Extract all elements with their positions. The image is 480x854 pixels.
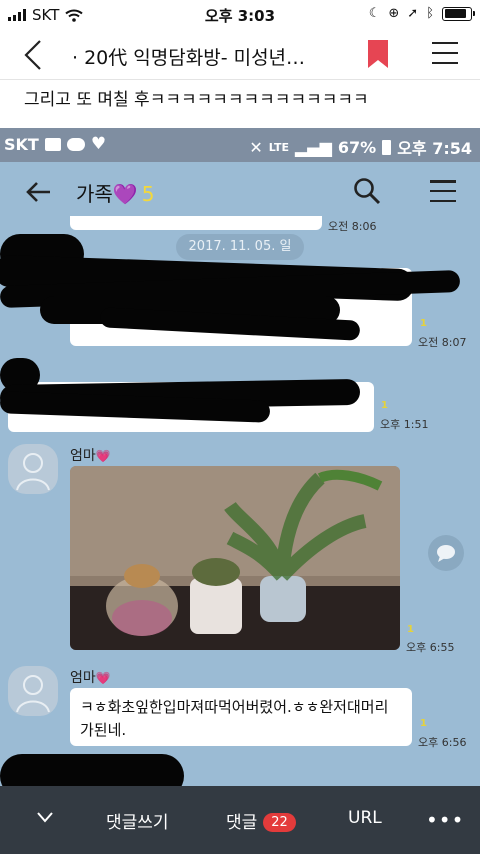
share-button[interactable] xyxy=(428,535,464,571)
message-time: 오전 8:06 xyxy=(328,220,377,233)
search-icon[interactable] xyxy=(352,176,382,206)
url-button[interactable]: URL xyxy=(348,808,382,828)
purple-heart-emoji: 💜 xyxy=(112,182,138,206)
chat-screenshot: SKT ♥ ✕ LTE ▂▄▆ 67% 오후 7:54 가족💜 5 오전 8:06… xyxy=(0,128,480,786)
unread-count: 1 xyxy=(420,718,427,729)
chat-room-title: 가족💜 5 xyxy=(76,178,154,207)
back-arrow-icon[interactable] xyxy=(24,178,52,206)
talk-icon xyxy=(66,138,85,151)
default-profile-icon xyxy=(16,675,50,713)
redaction-scribble xyxy=(0,754,184,786)
location-icon: ➚ xyxy=(407,6,419,21)
rotation-lock-icon: ⊕ xyxy=(388,6,400,21)
sender-label: 엄마 xyxy=(70,670,96,686)
default-profile-icon xyxy=(16,453,50,491)
more-dots-icon[interactable]: ••• xyxy=(426,808,464,832)
chat-menu-icon[interactable] xyxy=(430,180,456,202)
comments-label: 댓글 xyxy=(226,813,258,833)
bluetooth-icon: ᛒ xyxy=(426,6,434,21)
comment-count-badge: 22 xyxy=(263,813,296,832)
android-status-bar: SKT ♥ ✕ LTE ▂▄▆ 67% 오후 7:54 xyxy=(0,128,480,162)
unread-count: 1 xyxy=(407,624,414,635)
avatar[interactable] xyxy=(8,444,58,494)
pink-heart-emoji: 💗 xyxy=(95,449,111,463)
unread-count: 1 xyxy=(381,400,388,411)
message-time: 오후 1:51 xyxy=(380,418,429,431)
signal-icon: ▂▄▆ xyxy=(294,137,332,157)
bookmark-icon[interactable] xyxy=(368,40,388,68)
mute-icon: ✕ xyxy=(249,137,263,157)
message-bubble xyxy=(70,216,322,230)
photo-message[interactable] xyxy=(70,466,400,650)
message-text: ㅋㅎ화초잎한입마져따먹어버렸어.ㅎㅎ완저대머리가된네. xyxy=(80,698,389,739)
heart-icon: ♥ xyxy=(90,134,107,154)
back-chevron-icon[interactable] xyxy=(20,38,50,72)
write-comment-button[interactable]: 댓글쓰기 xyxy=(106,808,169,833)
ios-status-bar: SKT 오후 3:03 ☾ ⊕ ➚ ᛒ xyxy=(0,0,480,30)
gallery-icon xyxy=(44,138,61,151)
battery-percent: 67% xyxy=(337,137,377,157)
android-battery-icon xyxy=(382,139,392,155)
sender-name: 엄마💗 xyxy=(70,667,111,687)
share-bubble-icon xyxy=(437,545,455,562)
moon-icon: ☾ xyxy=(368,6,381,21)
unread-count: 1 xyxy=(420,318,427,329)
android-carrier: SKT xyxy=(4,135,39,154)
battery-icon xyxy=(442,6,475,21)
comments-button[interactable]: 댓글 22 xyxy=(226,808,296,833)
pink-heart-emoji: 💗 xyxy=(95,671,111,685)
member-count: 5 xyxy=(141,182,155,206)
room-name: 가족 xyxy=(76,182,113,206)
chat-header: 가족💜 5 xyxy=(0,162,480,220)
android-clock: 오후 7:54 xyxy=(397,139,472,158)
bottom-toolbar: 댓글쓰기 댓글 22 URL ••• xyxy=(0,786,480,854)
post-text: 그리고 또 며칠 후ㅋㅋㅋㅋㅋㅋㅋㅋㅋㅋㅋㅋㅋㅋ xyxy=(24,90,369,110)
avatar[interactable] xyxy=(8,666,58,716)
hamburger-menu-icon[interactable] xyxy=(432,42,458,64)
network-label: LTE xyxy=(268,140,289,154)
message-time: 오후 6:55 xyxy=(406,641,455,654)
message-time: 오후 6:56 xyxy=(418,736,467,749)
message-time: 오전 8:07 xyxy=(418,336,467,349)
date-divider: 2017. 11. 05. 일 xyxy=(176,234,304,260)
sender-name: 엄마💗 xyxy=(70,445,111,465)
chevron-down-icon[interactable] xyxy=(36,810,54,824)
sender-label: 엄마 xyxy=(70,448,96,464)
page-title: · 20代 익명담화방- 미성년… xyxy=(72,47,306,69)
potted-plants-photo xyxy=(70,466,400,650)
browser-nav: · 20代 익명담화방- 미성년… xyxy=(0,30,480,80)
